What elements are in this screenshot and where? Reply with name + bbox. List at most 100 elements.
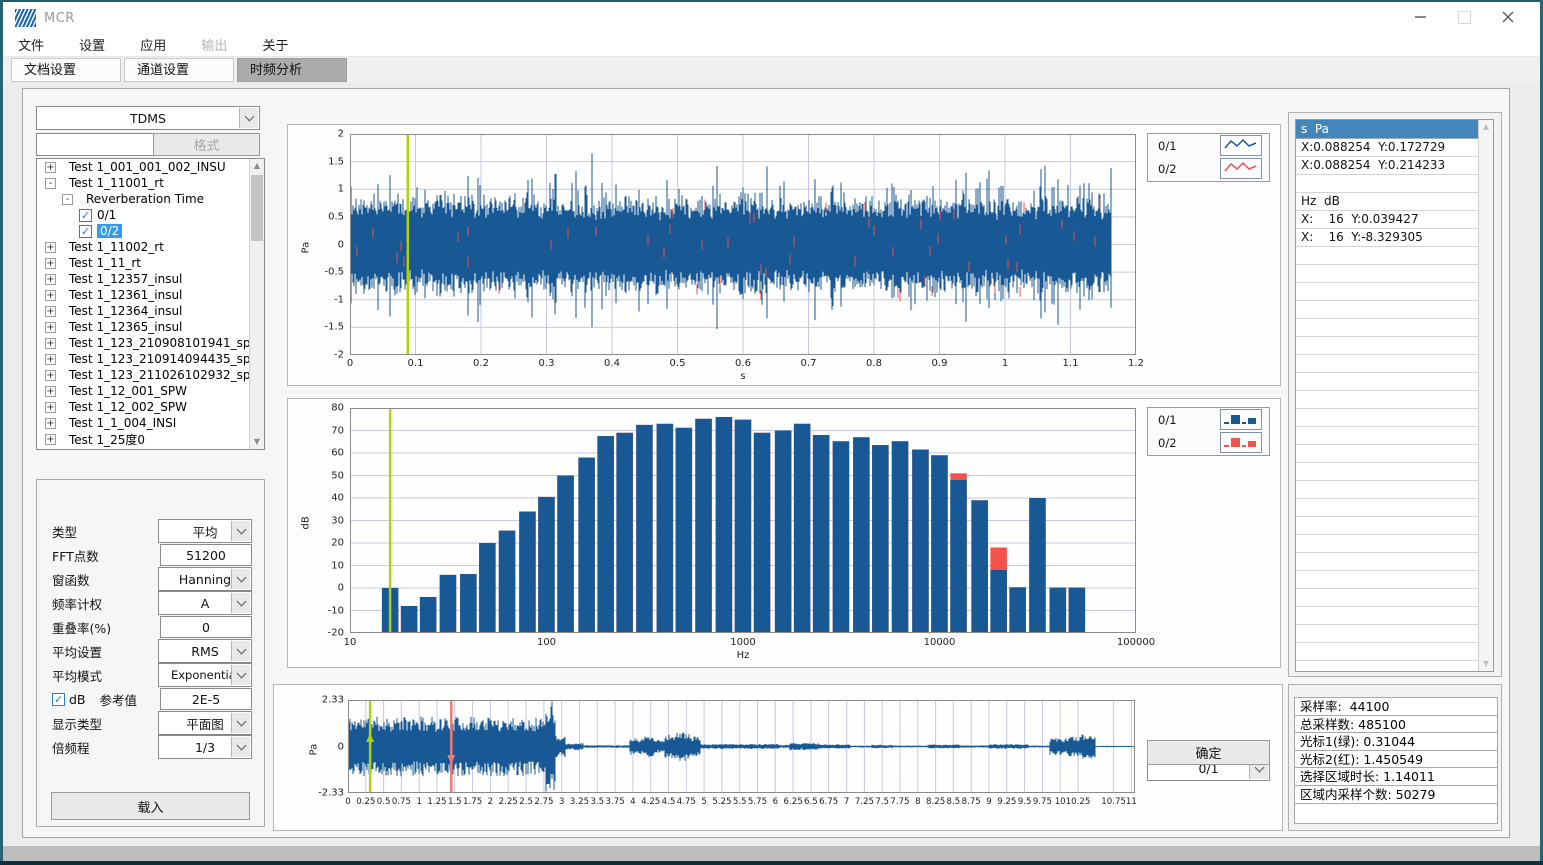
- channel-checkbox[interactable]: ✓: [79, 209, 92, 222]
- chevron-down-icon[interactable]: [231, 737, 250, 757]
- tree-item[interactable]: +Test 1_123_211026102932_spw: [37, 367, 264, 383]
- maximize-button[interactable]: [1442, 2, 1486, 32]
- expand-icon[interactable]: +: [45, 290, 56, 301]
- db-checkbox[interactable]: ✓: [52, 693, 65, 706]
- confirm-button[interactable]: 确定: [1147, 740, 1270, 765]
- channel-checkbox[interactable]: ✓: [79, 225, 92, 238]
- display-type-select[interactable]: 平面图: [158, 711, 252, 735]
- minimize-button[interactable]: [1398, 2, 1442, 32]
- scroll-up-icon[interactable]: ▲: [1479, 120, 1493, 134]
- full-signal-plot[interactable]: [348, 700, 1135, 793]
- menu-about[interactable]: 关于: [247, 30, 303, 57]
- collapse-icon[interactable]: -: [62, 194, 73, 205]
- expand-icon[interactable]: +: [45, 434, 56, 445]
- average-mode-select[interactable]: Exponential: [158, 663, 252, 687]
- expand-icon[interactable]: +: [45, 370, 56, 381]
- expand-icon[interactable]: +: [45, 386, 56, 397]
- reading-row-empty: [1296, 661, 1479, 672]
- format-type-value: TDMS: [130, 111, 166, 126]
- tree-item-label: Reverberation Time: [86, 192, 204, 206]
- x-tick-label: 0: [345, 797, 350, 807]
- collapse-icon[interactable]: -: [45, 178, 56, 189]
- expand-icon[interactable]: +: [45, 274, 56, 285]
- tree-item-label: Test 1_12361_insul: [69, 288, 182, 302]
- tab-time-frequency-analysis[interactable]: 时频分析: [237, 58, 347, 82]
- expand-icon[interactable]: +: [45, 418, 56, 429]
- x-tick-label: 1: [416, 797, 421, 807]
- tree-item[interactable]: -Test 1_11001_rt: [37, 175, 264, 191]
- tree-item[interactable]: +Test 1_123_210914094435_spw: [37, 351, 264, 367]
- window-function-select[interactable]: Hanning: [158, 567, 252, 591]
- y-tick-label: 30: [331, 515, 344, 526]
- tree-item[interactable]: +Test 1_12_001_SPW: [37, 383, 264, 399]
- chevron-down-icon[interactable]: [239, 108, 258, 128]
- octave-select[interactable]: 1/3: [158, 735, 252, 759]
- chevron-down-icon[interactable]: [231, 569, 250, 589]
- type-value: 平均: [192, 522, 217, 541]
- menu-settings[interactable]: 设置: [64, 30, 120, 57]
- tree-item[interactable]: +Test 1_25度0: [37, 431, 264, 447]
- expand-icon[interactable]: +: [45, 162, 56, 173]
- legend-label: 0/2: [1158, 162, 1220, 176]
- menu-output: 输出: [186, 30, 242, 57]
- reading-row-empty: [1296, 463, 1479, 481]
- expand-icon[interactable]: +: [45, 402, 56, 413]
- expand-icon[interactable]: +: [45, 258, 56, 269]
- tree-scrollbar-thumb[interactable]: [251, 175, 263, 241]
- expand-icon[interactable]: +: [45, 322, 56, 333]
- frequency-weighting-select[interactable]: A: [158, 591, 252, 615]
- full-signal-y-label: Pa: [309, 736, 320, 756]
- expand-icon[interactable]: +: [45, 354, 56, 365]
- expand-icon[interactable]: +: [45, 242, 56, 253]
- x-tick-label: 9: [986, 797, 991, 807]
- tree-item[interactable]: +Test 1_11_rt: [37, 255, 264, 271]
- filter-input[interactable]: [36, 133, 154, 156]
- format-button[interactable]: 格式: [153, 133, 260, 156]
- menu-file[interactable]: 文件: [3, 30, 59, 57]
- tree-item-label: Test 1_12357_insul: [69, 272, 182, 286]
- expand-icon[interactable]: +: [45, 306, 56, 317]
- octave-spectrum-x-label: Hz: [350, 650, 1136, 661]
- chevron-down-icon[interactable]: [231, 665, 250, 685]
- load-button[interactable]: 载入: [51, 792, 250, 820]
- tree-item[interactable]: +Test 1_12365_insul: [37, 319, 264, 335]
- tree-item[interactable]: +Test 1_12364_insul: [37, 303, 264, 319]
- menu-apply[interactable]: 应用: [125, 30, 181, 57]
- chevron-down-icon[interactable]: [231, 713, 250, 733]
- x-tick-label: 7: [844, 797, 849, 807]
- tree-item[interactable]: +Test 1_001_001_002_INSU: [37, 159, 264, 175]
- format-type-select[interactable]: TDMS: [36, 106, 260, 130]
- info-row: 总采样数: 485100: [1295, 716, 1497, 734]
- scroll-down-icon[interactable]: ▼: [1479, 657, 1493, 671]
- close-button[interactable]: [1486, 2, 1530, 32]
- tree-item[interactable]: ✓0/2: [37, 223, 264, 239]
- legend-label: 0/2: [1158, 436, 1220, 450]
- reference-value-input[interactable]: [160, 688, 252, 710]
- tree-item[interactable]: + Test 1_12357_insul: [37, 271, 264, 287]
- tree-item[interactable]: - Reverberation Time: [37, 191, 264, 207]
- tree-item[interactable]: +Test 1_11002_rt: [37, 239, 264, 255]
- octave-spectrum-plot[interactable]: [350, 408, 1136, 633]
- expand-icon[interactable]: +: [45, 338, 56, 349]
- overlap-input[interactable]: [160, 616, 252, 638]
- type-select[interactable]: 平均: [158, 519, 252, 543]
- y-tick-label: 1: [338, 184, 344, 195]
- scroll-down-icon[interactable]: ▼: [250, 435, 264, 449]
- scroll-up-icon[interactable]: ▲: [250, 159, 264, 173]
- time-waveform-plot[interactable]: [350, 134, 1136, 355]
- tree-item[interactable]: +Test 1_1_004_INSI: [37, 415, 264, 431]
- tree-scrollbar[interactable]: ▲ ▼: [249, 159, 264, 449]
- tree-item[interactable]: + Test 1_12361_insul: [37, 287, 264, 303]
- chevron-down-icon[interactable]: [231, 593, 250, 613]
- average-setting-select[interactable]: RMS: [158, 639, 252, 663]
- readings-scrollbar[interactable]: ▲ ▼: [1478, 120, 1493, 671]
- tab-channel-settings[interactable]: 通道设置: [124, 58, 234, 82]
- tree-item[interactable]: +Test 1_12_002_SPW: [37, 399, 264, 415]
- fft-points-input[interactable]: [160, 544, 252, 566]
- chevron-down-icon[interactable]: [231, 521, 250, 541]
- tab-document-settings[interactable]: 文档设置: [11, 58, 121, 82]
- tree-item[interactable]: ✓0/1: [37, 207, 264, 223]
- chevron-down-icon[interactable]: [231, 641, 250, 661]
- tree-item[interactable]: +Test 1_123_210908101941_spw: [37, 335, 264, 351]
- file-tree[interactable]: +Test 1_001_001_002_INSU-Test 1_11001_rt…: [36, 158, 265, 450]
